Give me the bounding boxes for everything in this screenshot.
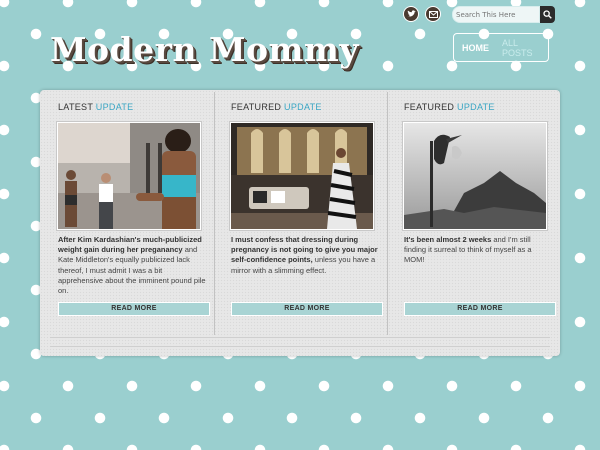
main-nav: HOME ALL POSTS bbox=[453, 33, 549, 62]
heading-label: FEATURED bbox=[404, 102, 455, 112]
post-image-stork[interactable] bbox=[403, 122, 547, 230]
nav-home[interactable]: HOME bbox=[462, 43, 489, 53]
content-panel: LATEST UPDATE After Kim Kardashian's muc… bbox=[40, 90, 560, 356]
heading-label: FEATURED bbox=[231, 102, 282, 112]
column-divider bbox=[387, 92, 388, 335]
search-input[interactable] bbox=[452, 6, 540, 23]
panel-footer-strip bbox=[50, 337, 550, 347]
post-excerpt: After Kim Kardashian's much-publicized w… bbox=[58, 235, 206, 296]
read-more-button[interactable]: READ MORE bbox=[231, 302, 383, 316]
email-icon-glyph bbox=[428, 10, 438, 18]
heading-accent: UPDATE bbox=[95, 102, 134, 112]
twitter-icon[interactable] bbox=[403, 6, 419, 22]
heading-accent: UPDATE bbox=[457, 102, 495, 112]
site-logo[interactable]: Modern Mommy bbox=[50, 30, 359, 69]
excerpt-bold: It's been almost 2 weeks bbox=[404, 235, 492, 244]
post-image-gym[interactable] bbox=[57, 122, 201, 230]
column-heading: FEATURED UPDATE bbox=[231, 102, 322, 112]
search-box bbox=[452, 6, 555, 23]
post-excerpt: I must confess that dressing during preg… bbox=[231, 235, 379, 276]
excerpt-bold: After Kim Kardashian's much-publicized w… bbox=[58, 235, 202, 255]
social-icons bbox=[403, 6, 441, 22]
nav-all-posts[interactable]: ALL POSTS bbox=[502, 38, 548, 58]
search-icon bbox=[543, 10, 552, 19]
dress-photo bbox=[231, 123, 373, 229]
column-heading: LATEST UPDATE bbox=[58, 102, 133, 112]
search-button[interactable] bbox=[540, 6, 555, 23]
stork-photo bbox=[404, 123, 546, 229]
read-more-button[interactable]: READ MORE bbox=[58, 302, 210, 316]
column-heading: FEATURED UPDATE bbox=[404, 102, 495, 112]
post-excerpt: It's been almost 2 weeks and I'm still f… bbox=[404, 235, 552, 266]
read-more-button[interactable]: READ MORE bbox=[404, 302, 556, 316]
post-image-dress[interactable] bbox=[230, 122, 374, 230]
heading-label: LATEST bbox=[58, 102, 93, 112]
heading-accent: UPDATE bbox=[284, 102, 322, 112]
twitter-icon-glyph bbox=[406, 10, 416, 17]
email-icon[interactable] bbox=[425, 6, 441, 22]
gym-photo bbox=[58, 123, 200, 229]
column-divider bbox=[214, 92, 215, 335]
